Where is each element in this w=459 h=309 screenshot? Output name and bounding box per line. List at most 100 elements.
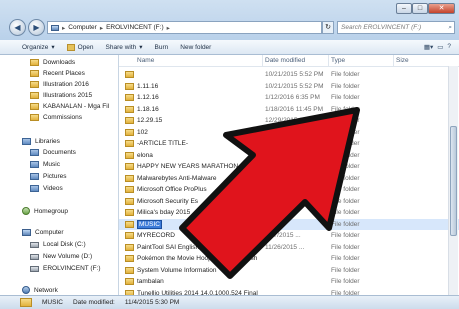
- file-date: 10/21/2015 5:52 PM: [265, 82, 324, 90]
- nav-commissions[interactable]: Commissions: [30, 114, 82, 121]
- preview-pane-icon[interactable]: ▭: [437, 43, 443, 51]
- close-button[interactable]: ✕: [428, 3, 455, 14]
- vertical-scrollbar[interactable]: [448, 66, 458, 295]
- column-header: Name Date modified Type Size: [119, 55, 459, 67]
- breadcrumb-drive[interactable]: EROLVINCENT (F:): [106, 24, 164, 31]
- file-row[interactable]: MYRECORD 11/7/2015 ... File folder: [119, 230, 459, 241]
- column-type[interactable]: Type: [331, 57, 345, 64]
- share-with-button[interactable]: Share with ▾: [106, 43, 143, 52]
- music-icon: [30, 161, 39, 168]
- forward-button[interactable]: ▶: [28, 19, 45, 36]
- nav-documents[interactable]: Documents: [30, 149, 76, 156]
- search-input[interactable]: Search EROLVINCENT (F:) ⌕: [337, 21, 455, 34]
- file-row[interactable]: Microsoft Office ProPlus File folder: [119, 184, 459, 195]
- folder-icon: [30, 70, 39, 77]
- view-options-icon[interactable]: ▦▾: [424, 43, 433, 51]
- nav-downloads[interactable]: Downloads: [30, 59, 75, 66]
- file-row[interactable]: tambalan File folder: [119, 276, 459, 287]
- file-date: 10/22/2015 4:39 PM: [265, 140, 324, 147]
- file-row[interactable]: 10/21/2015 5:52 PM File folder: [119, 69, 459, 80]
- folder-icon: [125, 232, 134, 239]
- nav-new-volume-d[interactable]: New Volume (D:): [30, 253, 92, 260]
- file-row[interactable]: 102 1/4/2016 5:55 PM File folder: [119, 127, 459, 138]
- open-button[interactable]: Open: [66, 43, 94, 51]
- file-name[interactable]: MUSIC: [137, 219, 162, 229]
- nav-music[interactable]: Music: [30, 161, 60, 168]
- drive-icon: [30, 253, 39, 260]
- column-name[interactable]: Name: [137, 57, 154, 64]
- column-date-modified[interactable]: Date modified: [265, 57, 305, 64]
- file-type: File folder: [331, 197, 360, 205]
- nav-label: Computer: [35, 229, 64, 236]
- nav-pictures[interactable]: Pictures: [30, 173, 66, 180]
- organize-button[interactable]: Organize ▾: [22, 43, 55, 52]
- computer-icon: [22, 229, 31, 236]
- file-row[interactable]: Pokémon the Movie Hoopa and the Clash Fil…: [119, 253, 459, 264]
- burn-button[interactable]: Burn: [155, 44, 169, 51]
- file-row[interactable]: System Volume Information File folder: [119, 265, 459, 276]
- file-row[interactable]: 1.12.16 1/12/2016 6:35 PM File folder: [119, 92, 459, 103]
- file-type: File folder: [331, 94, 360, 101]
- file-row[interactable]: Malwarebytes Anti-Malware File folder: [119, 173, 459, 184]
- file-name: MYRECORD: [137, 232, 175, 239]
- chevron-down-icon: ▾: [139, 44, 143, 51]
- back-button[interactable]: ◀: [9, 19, 26, 36]
- file-name: tambalan: [137, 278, 164, 285]
- file-row[interactable]: 1.11.16 10/21/2015 5:52 PM File folder: [119, 81, 459, 92]
- refresh-button[interactable]: ↻: [322, 21, 334, 34]
- nav-illustrations-2015[interactable]: Illustrations 2015: [30, 92, 92, 99]
- breadcrumb-computer[interactable]: Computer: [68, 24, 97, 31]
- nav-label: Pictures: [43, 173, 67, 180]
- arrow-left-icon: ◀: [14, 23, 21, 32]
- folder-icon: [125, 140, 134, 147]
- file-name: Pokémon the Movie Hoopa and the Clash: [137, 255, 258, 262]
- new-folder-button[interactable]: New folder: [180, 44, 211, 51]
- file-row[interactable]: 12.29.15 12/29/2015 6:33 PM File folder: [119, 115, 459, 126]
- file-row[interactable]: -ARTICLE TITLE- 10/22/2015 4:39 PM File fo…: [119, 138, 459, 149]
- folder-icon: [20, 298, 32, 307]
- folder-icon: [125, 255, 134, 262]
- file-row[interactable]: PaintTool SAI English Pack 11/26/2015 ...…: [119, 242, 459, 253]
- folder-icon: [125, 186, 134, 193]
- file-name: Milica's bday 2015: [137, 209, 191, 216]
- nav-videos[interactable]: Videos: [30, 185, 63, 192]
- nav-illustration-2016[interactable]: Illustration 2016: [30, 81, 89, 88]
- nav-erolvincent-f[interactable]: EROLVINCENT (F:): [30, 265, 101, 272]
- folder-icon: [125, 278, 134, 285]
- nav-label: Videos: [43, 185, 63, 192]
- file-date: 1/4/2016 5:55 PM: [265, 128, 317, 136]
- folder-icon: [125, 174, 134, 182]
- file-type: File folder: [331, 105, 360, 113]
- file-row[interactable]: HAPPY NEW YEARS MARATHON File folder: [119, 161, 459, 172]
- file-date: 12/29/2015 6:33 PM: [265, 117, 324, 124]
- file-row[interactable]: elona File folder: [119, 150, 459, 161]
- scrollbar-thumb[interactable]: [450, 126, 457, 236]
- folder-icon: [125, 197, 134, 205]
- details-name: MUSIC: [42, 299, 63, 306]
- file-list: Name Date modified Type Size 10/21/2015 …: [119, 55, 459, 297]
- column-size[interactable]: Size: [396, 57, 409, 64]
- folder-icon: [125, 94, 134, 101]
- file-row[interactable]: Microsoft Security Es File folder: [119, 196, 459, 207]
- nav-homegroup[interactable]: Homegroup: [22, 207, 68, 215]
- help-icon[interactable]: ?: [447, 43, 451, 51]
- file-row[interactable]: 1.18.16 1/18/2016 11:45 PM File folder: [119, 104, 459, 115]
- address-bar[interactable]: ▸ Computer ▸ EROLVINCENT (F:) ▸: [47, 21, 322, 34]
- usb-drive-icon: [30, 265, 39, 272]
- maximize-button[interactable]: □: [412, 3, 428, 14]
- file-name: PaintTool SAI English Pack: [137, 243, 216, 251]
- refresh-icon: ↻: [325, 24, 331, 31]
- pictures-icon: [30, 173, 39, 180]
- nav-network[interactable]: Network: [22, 286, 58, 294]
- nav-computer[interactable]: Computer: [22, 229, 64, 236]
- nav-kabanalan[interactable]: KABANALAN - Mga Fil: [30, 103, 109, 110]
- file-row[interactable]: Milica's bday 2015 File folder: [119, 207, 459, 218]
- folder-icon: [30, 92, 39, 99]
- nav-local-disk-c[interactable]: Local Disk (C:): [30, 241, 86, 248]
- minimize-button[interactable]: –: [396, 3, 412, 14]
- file-row[interactable]: MUSIC File folder: [119, 218, 459, 230]
- file-name: 12.29.15: [137, 117, 163, 124]
- folder-icon: [125, 220, 134, 228]
- nav-libraries[interactable]: Libraries: [22, 138, 60, 145]
- nav-recent-places[interactable]: Recent Places: [30, 70, 85, 77]
